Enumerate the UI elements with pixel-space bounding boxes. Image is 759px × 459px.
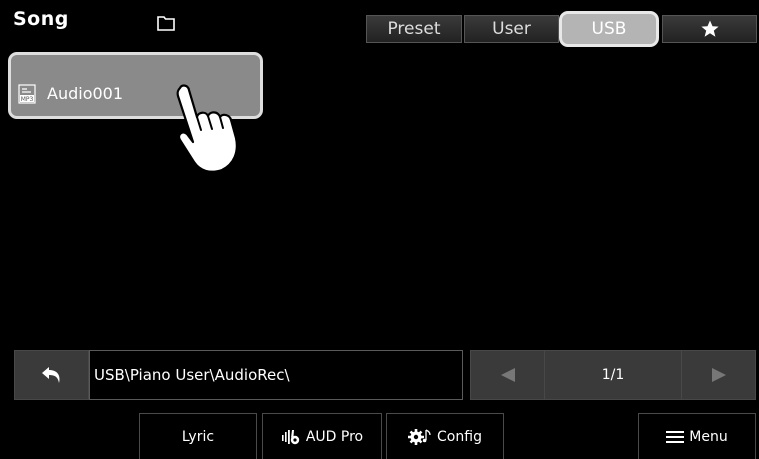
mp3-file-icon: MP3 bbox=[18, 84, 36, 104]
gear-note-icon bbox=[408, 428, 431, 445]
menu-button[interactable]: Menu bbox=[638, 413, 756, 459]
next-page-button[interactable] bbox=[681, 350, 756, 400]
lyric-label: Lyric bbox=[181, 428, 215, 445]
tab-favorites[interactable] bbox=[662, 15, 757, 43]
lyric-button[interactable]: Lyric bbox=[139, 413, 257, 459]
audio-pro-icon bbox=[281, 429, 300, 444]
pointing-hand-icon bbox=[176, 84, 238, 173]
back-button[interactable] bbox=[14, 350, 89, 400]
page-indicator: 1/1 bbox=[545, 350, 681, 400]
aud-pro-button[interactable]: AUD Pro bbox=[262, 413, 382, 459]
back-arrow-icon bbox=[41, 367, 60, 383]
hamburger-menu-icon bbox=[666, 430, 685, 443]
file-name-label: Audio001 bbox=[47, 84, 124, 103]
path-field: USB\Piano User\AudioRec\ bbox=[89, 350, 463, 400]
left-triangle-icon bbox=[500, 368, 515, 382]
config-button[interactable]: Config bbox=[386, 413, 504, 459]
config-label: Config bbox=[437, 428, 482, 445]
menu-label: Menu bbox=[689, 428, 728, 445]
page-title: Song bbox=[13, 8, 69, 30]
tab-user[interactable]: User bbox=[464, 15, 559, 43]
folder-icon[interactable] bbox=[156, 13, 176, 33]
tab-preset[interactable]: Preset bbox=[366, 15, 462, 43]
aud-pro-label: AUD Pro bbox=[305, 428, 364, 445]
tab-usb[interactable]: USB bbox=[559, 11, 659, 47]
right-triangle-icon bbox=[711, 368, 726, 382]
star-icon bbox=[700, 20, 719, 37]
previous-page-button[interactable] bbox=[470, 350, 545, 400]
svg-text:MP3: MP3 bbox=[21, 96, 34, 103]
